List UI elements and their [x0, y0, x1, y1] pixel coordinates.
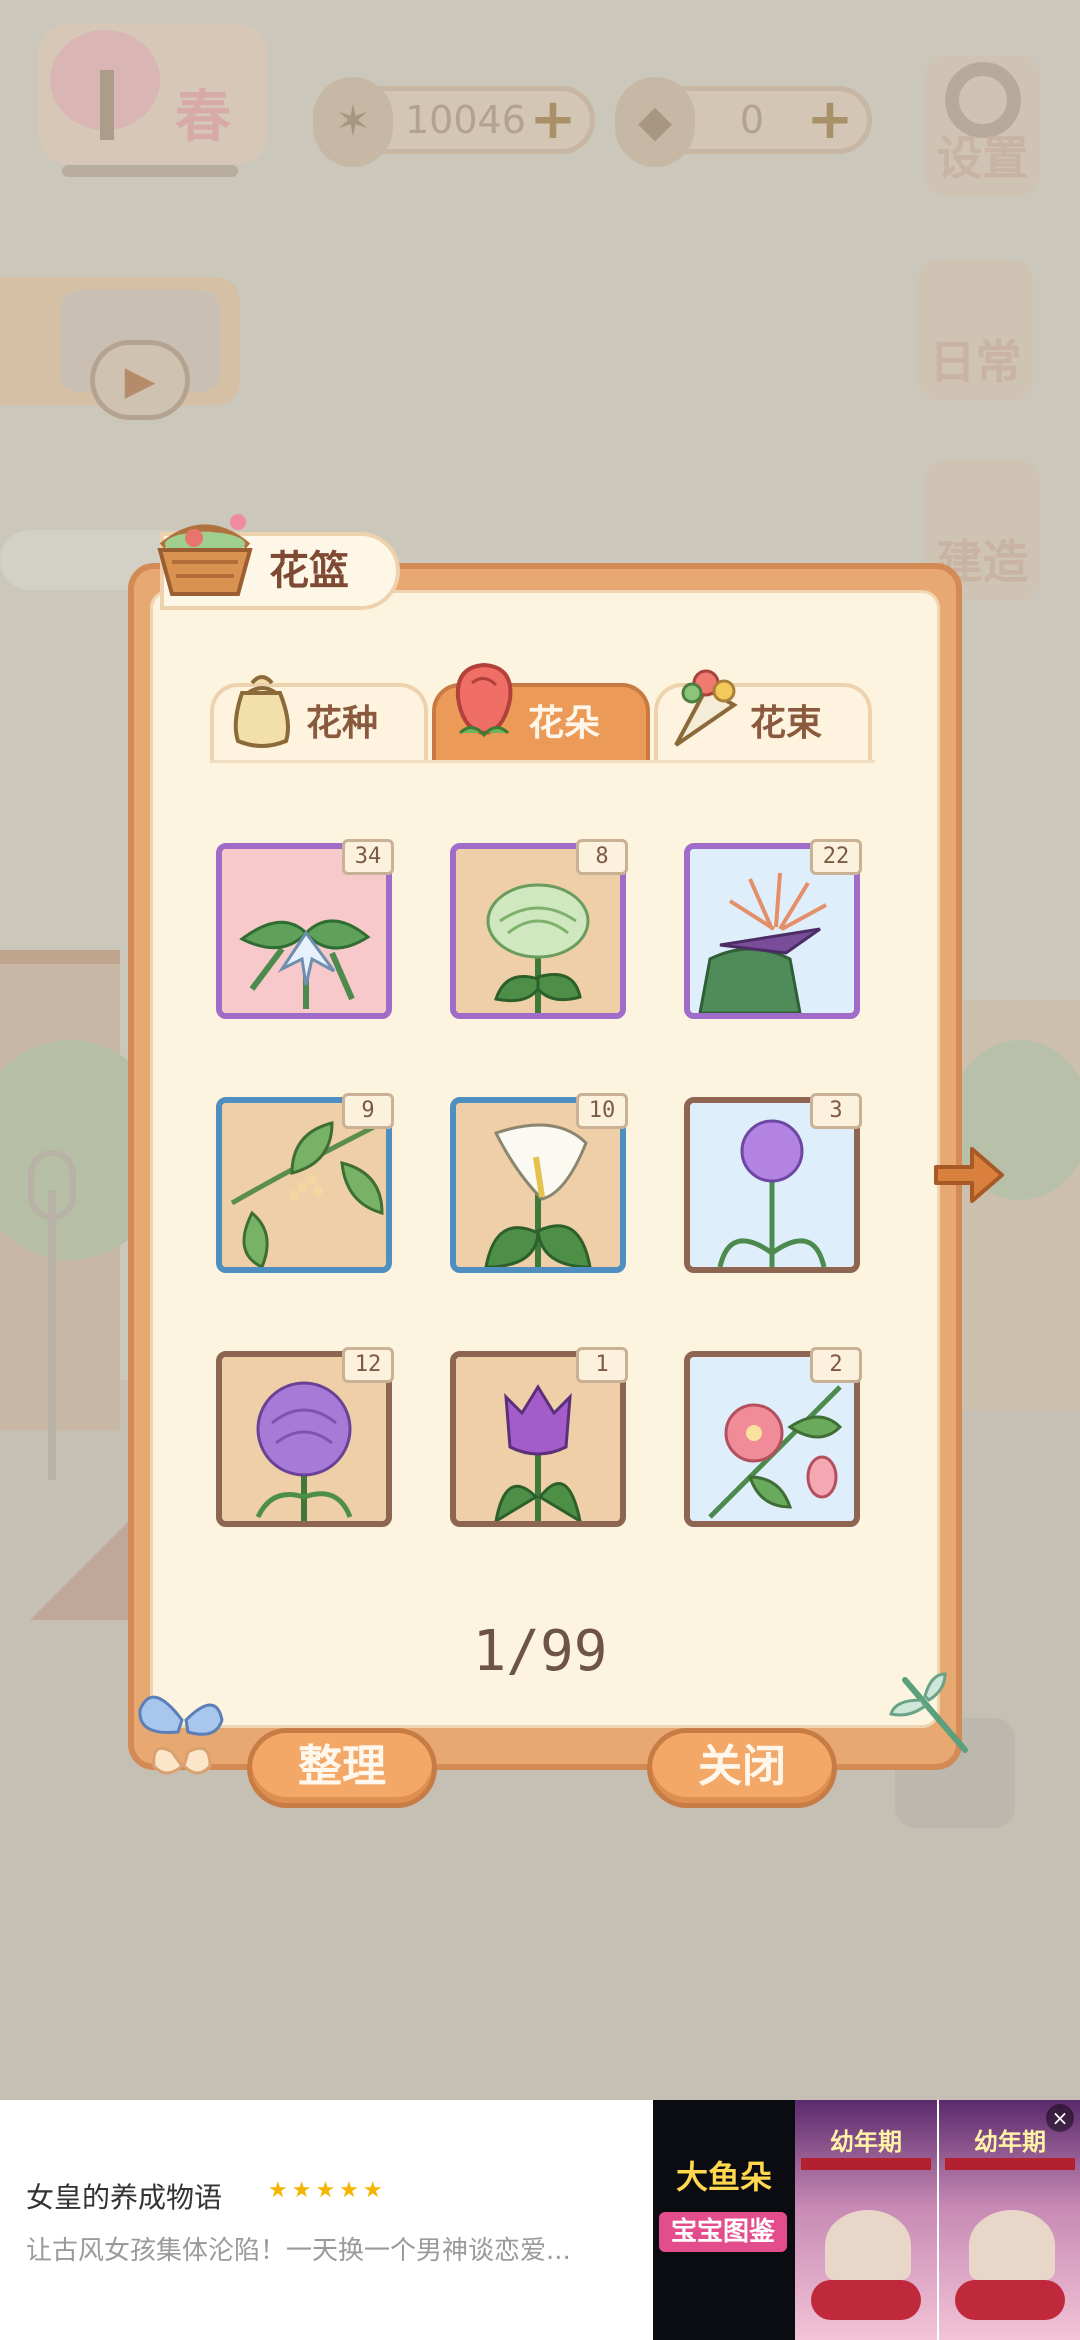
- ad-rating-stars: ★★★★★: [268, 2178, 387, 2203]
- tab-seeds-label: 花种: [306, 703, 379, 744]
- tab-flowers-label: 花朵: [528, 703, 601, 744]
- pedestal-shape: [955, 2280, 1065, 2320]
- street-lamp-head: [28, 1150, 76, 1220]
- flower-item[interactable]: 12: [216, 1347, 394, 1527]
- cheese-count: 0: [739, 98, 765, 142]
- item-count-badge: 10: [576, 1093, 628, 1129]
- tab-flowers[interactable]: 花朵: [432, 662, 650, 761]
- item-count-badge: 34: [342, 839, 394, 875]
- item-count-badge: 1: [576, 1347, 628, 1383]
- shell-shape: [969, 2210, 1055, 2280]
- flower-grid: 34 8 22 9 10 3 12 1 2: [216, 839, 866, 1533]
- tab-bouquets-label: 花束: [750, 703, 823, 744]
- close-button-label: 关闭: [698, 1741, 786, 1792]
- butterfly-icon: [138, 1695, 224, 1775]
- sort-button[interactable]: 整理: [247, 1728, 437, 1808]
- flower-item[interactable]: 1: [450, 1347, 628, 1527]
- tabs-divider: [210, 760, 875, 763]
- season-label: 春: [175, 85, 231, 150]
- item-count-badge: 2: [810, 1347, 862, 1383]
- flower-item[interactable]: 2: [684, 1347, 862, 1527]
- settings-label: 设置: [936, 131, 1029, 185]
- pedestal-shape: [811, 2280, 921, 2320]
- next-page-arrow-icon[interactable]: [928, 1135, 1008, 1215]
- street-lamp: [48, 1190, 56, 1480]
- rose-icon: [455, 662, 513, 738]
- cheese-icon: ◆: [615, 77, 695, 167]
- ad-image-2[interactable]: 幼年期: [795, 2100, 937, 2340]
- page-indicator: 1/99: [472, 1619, 608, 1684]
- tab-seeds[interactable]: 花种: [210, 675, 428, 761]
- add-fish-button[interactable]: +: [528, 92, 578, 148]
- item-count-badge: 3: [810, 1093, 862, 1129]
- fish-bone-icon: ✶: [313, 77, 393, 167]
- flower-item[interactable]: 22: [684, 839, 862, 1019]
- close-button[interactable]: 关闭: [647, 1728, 837, 1808]
- category-tabs: 花种 花朵 花束: [210, 655, 875, 763]
- tree-trunk: [100, 70, 114, 140]
- settings-button[interactable]: 设置: [925, 56, 1040, 196]
- daily-label: 日常: [929, 335, 1022, 389]
- item-count-badge: 12: [342, 1347, 394, 1383]
- item-count-badge: 22: [810, 839, 862, 875]
- ad-title[interactable]: 女皇的养成物语: [26, 2176, 222, 2216]
- flower-item[interactable]: 9: [216, 1093, 394, 1273]
- flower-item[interactable]: 34: [216, 839, 394, 1019]
- tab-bouquets[interactable]: 花束: [654, 669, 872, 761]
- panel-title: 花篮: [269, 548, 349, 594]
- bouquet-icon: [674, 669, 738, 747]
- gate-shape: [801, 2158, 931, 2170]
- ad-image-2-title: 幼年期: [830, 2128, 902, 2156]
- ad-close-icon[interactable]: ×: [1046, 2104, 1074, 2132]
- cheese-currency: ◆ 0 +: [615, 77, 872, 167]
- daily-button[interactable]: 日常: [918, 260, 1033, 400]
- ad-description[interactable]: 让古风女孩集体沦陷！一天换一个男神谈恋爱...: [26, 2230, 626, 2267]
- ad-image-3[interactable]: 幼年期: [939, 2100, 1080, 2340]
- fish-count: 10046: [405, 98, 526, 142]
- flower-item[interactable]: 3: [684, 1093, 862, 1273]
- gate-shape: [945, 2158, 1075, 2170]
- ad-image-1-title: 大鱼朵: [675, 2158, 772, 2196]
- ad-image-1[interactable]: 大鱼朵 宝宝图鉴: [653, 2100, 795, 2340]
- fish-currency: ✶ 10046 +: [313, 77, 595, 167]
- play-icon: ▶: [90, 340, 190, 420]
- item-count-badge: 8: [576, 839, 628, 875]
- basket-icon: [157, 514, 253, 596]
- ad-image-1-subtitle: 宝宝图鉴: [659, 2212, 787, 2252]
- seed-bag-icon: [233, 675, 290, 748]
- add-cheese-button[interactable]: +: [805, 92, 855, 148]
- item-count-badge: 9: [342, 1093, 394, 1129]
- season-progress-bar: [62, 165, 238, 177]
- dragonfly-icon: [889, 1672, 968, 1753]
- flower-item[interactable]: 10: [450, 1093, 628, 1273]
- sort-button-label: 整理: [298, 1741, 386, 1792]
- flower-item[interactable]: 8: [450, 839, 628, 1019]
- shell-shape: [825, 2210, 911, 2280]
